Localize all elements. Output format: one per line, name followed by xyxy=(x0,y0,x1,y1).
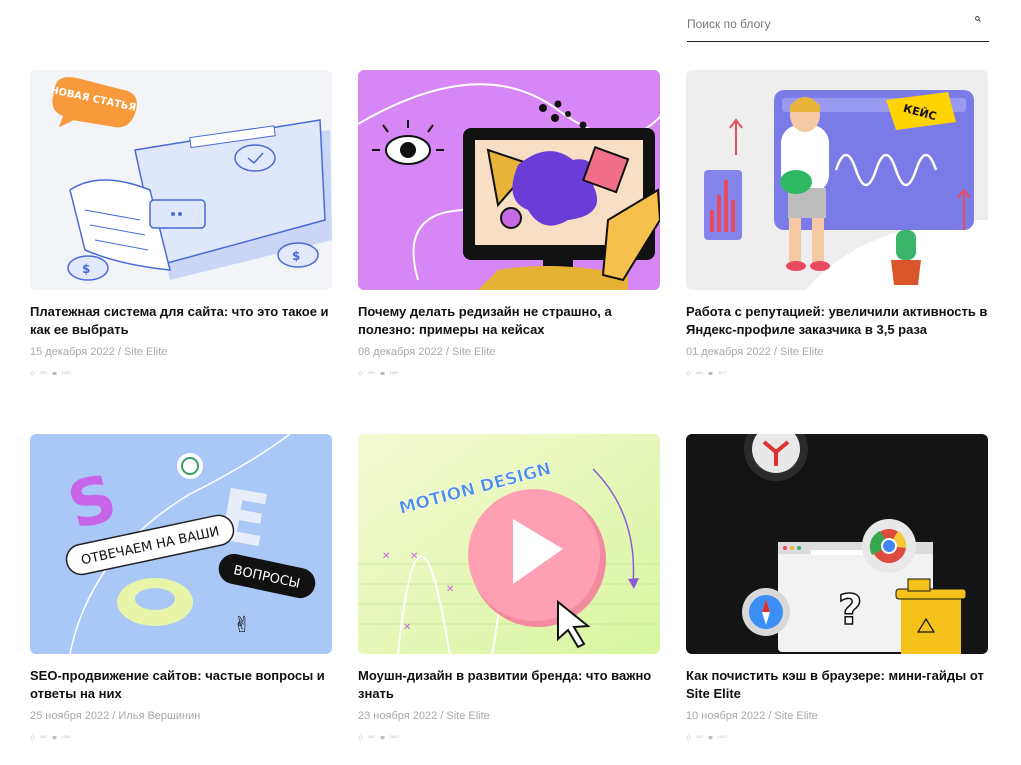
comments-count: 3077 xyxy=(717,370,727,375)
blog-search xyxy=(687,10,989,42)
reputation-illustration: КЕЙС xyxy=(686,70,988,290)
post-meta: 15 декабря 2022 / Site Elite xyxy=(30,346,168,358)
views-count: 220 xyxy=(696,734,703,739)
post-thumbnail[interactable]: MOTION DESIGN ✕ ✕ ✕ ✕ xyxy=(358,434,660,654)
post-date: 25 ноября 2022 xyxy=(30,710,110,722)
svg-text:$: $ xyxy=(82,262,90,276)
post-meta: 08 декабря 2022 / Site Elite xyxy=(358,346,496,358)
post-thumbnail[interactable]: S E ОТВЕЧАЕМ НА ВАШИ ВОПРОСЫ ✌ xyxy=(30,434,332,654)
comments-count: 1200 xyxy=(61,370,71,375)
post-meta: 25 ноября 2022 / Илья Вершинин xyxy=(30,710,201,722)
comments-icon xyxy=(708,371,713,375)
browser-cache-illustration: ? xyxy=(686,434,988,654)
post-author: Site Elite xyxy=(123,346,168,358)
comments-count: 1020 xyxy=(717,734,727,739)
post-author: Илья Вершинин xyxy=(118,710,201,722)
views-icon xyxy=(30,371,35,375)
comments-icon xyxy=(52,371,57,375)
views-count: 300 xyxy=(368,370,375,375)
comments-icon xyxy=(380,735,385,739)
views-icon xyxy=(686,735,691,739)
post-title[interactable]: SEO-продвижение сайтов: частые вопросы и… xyxy=(30,667,332,703)
post-card: MOTION DESIGN ✕ ✕ ✕ ✕ Моушн-дизайн в развит… xyxy=(358,434,660,741)
comments-icon xyxy=(52,735,57,739)
post-title[interactable]: Почему делать редизайн не страшно, а пол… xyxy=(358,303,660,339)
post-card: ? Как почистить кэш в браузере: мини-гай… xyxy=(686,434,988,741)
post-thumbnail[interactable]: $ $ НОВАЯ СТАТЬЯ! xyxy=(30,70,332,290)
post-card: КЕЙС Работа с репутацией: увеличили акти… xyxy=(686,70,988,377)
views-count: 280 xyxy=(696,370,703,375)
post-thumbnail[interactable]: КЕЙС xyxy=(686,70,988,290)
post-author: Site Elite xyxy=(446,710,490,722)
svg-text:$: $ xyxy=(292,249,300,263)
post-title[interactable]: Как почистить кэш в браузере: мини-гайды… xyxy=(686,667,988,703)
svg-text:✕: ✕ xyxy=(403,622,411,633)
post-stats: 300 1080 xyxy=(358,369,660,377)
views-icon xyxy=(358,371,363,375)
post-title[interactable]: Платежная система для сайта: что это так… xyxy=(30,303,332,339)
payment-illustration: $ $ НОВАЯ СТАТЬЯ! xyxy=(30,70,332,290)
views-icon xyxy=(358,735,363,739)
post-stats: 490 2600 xyxy=(358,733,660,741)
seo-illustration: S E ОТВЕЧАЕМ НА ВАШИ ВОПРОСЫ ✌ xyxy=(30,434,332,654)
svg-text:✕: ✕ xyxy=(382,551,390,562)
post-card: S E ОТВЕЧАЕМ НА ВАШИ ВОПРОСЫ ✌ SEO-продв… xyxy=(30,434,332,741)
views-count: 250 xyxy=(40,734,47,739)
post-stats: 250 1300 xyxy=(30,733,332,741)
post-title[interactable]: Моушн-дизайн в развитии бренда: что важн… xyxy=(358,667,660,703)
comments-count: 1300 xyxy=(61,734,71,739)
views-icon xyxy=(686,371,691,375)
svg-text:✕: ✕ xyxy=(410,551,418,562)
post-meta: 23 ноября 2022 / Site Elite xyxy=(358,710,490,722)
post-date: 10 ноября 2022 xyxy=(686,710,766,722)
comments-icon xyxy=(380,371,385,375)
comments-icon xyxy=(708,735,713,739)
post-date: 08 декабря 2022 xyxy=(358,346,443,358)
post-date: 23 ноября 2022 xyxy=(358,710,438,722)
post-author: Site Elite xyxy=(451,346,496,358)
post-author: Site Elite xyxy=(774,710,818,722)
post-thumbnail[interactable]: ? xyxy=(686,434,988,654)
comments-count: 2600 xyxy=(389,734,399,739)
post-card: Почему делать редизайн не страшно, а пол… xyxy=(358,70,660,377)
comments-count: 1080 xyxy=(389,370,399,375)
motion-design-illustration: MOTION DESIGN ✕ ✕✕✕ xyxy=(358,434,660,654)
post-date: 01 декабря 2022 xyxy=(686,346,771,358)
search-input[interactable] xyxy=(687,14,967,34)
post-thumbnail[interactable] xyxy=(358,70,660,290)
svg-text:✕: ✕ xyxy=(446,584,454,595)
redesign-illustration xyxy=(358,70,660,290)
post-title[interactable]: Работа с репутацией: увеличили активност… xyxy=(686,303,988,339)
search-icon[interactable] xyxy=(975,16,981,22)
views-icon xyxy=(30,735,35,739)
svg-text:?: ? xyxy=(838,585,862,634)
post-card: $ $ НОВАЯ СТАТЬЯ! Платежная система для … xyxy=(30,70,332,377)
post-stats: 280 3077 xyxy=(686,369,988,377)
post-stats: 250 1200 xyxy=(30,369,332,377)
post-date: 15 декабря 2022 xyxy=(30,346,115,358)
svg-text:✌: ✌ xyxy=(233,613,251,638)
views-count: 490 xyxy=(368,734,375,739)
views-count: 250 xyxy=(40,370,47,375)
post-stats: 220 1020 xyxy=(686,733,988,741)
post-meta: 10 ноября 2022 / Site Elite xyxy=(686,710,818,722)
post-meta: 01 декабря 2022 / Site Elite xyxy=(686,346,824,358)
post-author: Site Elite xyxy=(779,346,824,358)
